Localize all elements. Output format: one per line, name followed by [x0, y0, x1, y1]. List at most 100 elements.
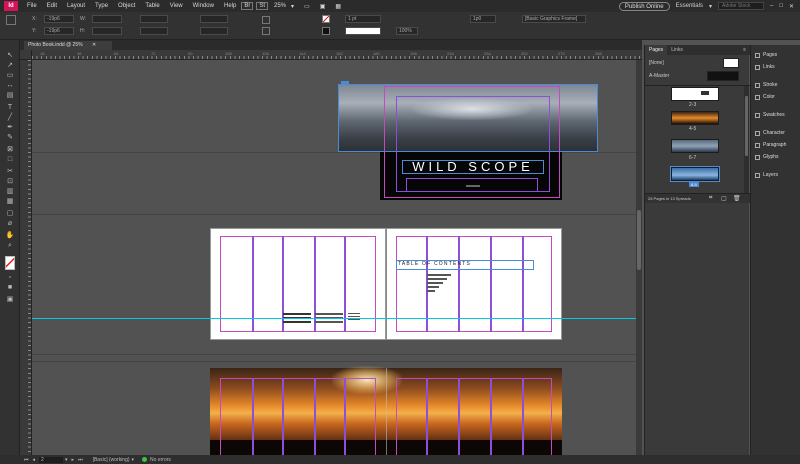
object-style-field[interactable]: [Basic Graphics Frame]: [522, 15, 586, 23]
guide-line[interactable]: [32, 318, 642, 319]
fitting-field[interactable]: 1p0: [470, 15, 496, 23]
next-page-icon[interactable]: ▸: [72, 457, 75, 463]
rotate-icon[interactable]: [262, 16, 270, 24]
menu-table[interactable]: Table: [140, 3, 164, 9]
opacity-field[interactable]: 100%: [396, 27, 418, 35]
gradient-feather-tool-icon[interactable]: ▦: [5, 198, 15, 206]
rectangle-tool-icon[interactable]: □: [5, 156, 15, 164]
new-page-icon[interactable]: ▢: [721, 195, 727, 202]
pasteboard[interactable]: WILD SCOPE TABLE OF CONTENTS: [32, 60, 642, 455]
cover-title[interactable]: WILD SCOPE: [402, 160, 544, 174]
direct-selection-tool-icon[interactable]: ↗: [5, 62, 15, 70]
stroke-type-field[interactable]: [345, 27, 381, 35]
text-block[interactable]: [348, 313, 360, 314]
document-tab[interactable]: Photo Book.indd @ 25% ✕: [24, 41, 112, 50]
preflight-status[interactable]: No errors: [150, 457, 171, 463]
line-tool-icon[interactable]: ╱: [5, 114, 15, 122]
a-master-thumb[interactable]: [707, 71, 739, 81]
none-master-label[interactable]: [None]: [649, 60, 664, 66]
stock-icon[interactable]: St: [256, 2, 268, 10]
menu-view[interactable]: View: [165, 3, 188, 9]
tab-links[interactable]: Links: [667, 45, 687, 55]
menu-window[interactable]: Window: [188, 3, 219, 9]
pencil-tool-icon[interactable]: ✎: [5, 134, 15, 142]
y-field[interactable]: -19p6: [44, 27, 74, 35]
view-options-icon[interactable]: ▭: [299, 3, 315, 10]
rectangle-frame-tool-icon[interactable]: ⊠: [5, 146, 15, 154]
dock-item-stroke[interactable]: Stroke: [755, 82, 777, 88]
stroke-weight-field[interactable]: 1 pt: [345, 15, 381, 23]
pen-tool-icon[interactable]: ✒: [5, 124, 15, 132]
menu-help[interactable]: Help: [219, 3, 241, 9]
publish-online-button[interactable]: Publish Online: [618, 1, 670, 11]
delete-page-icon[interactable]: 🗑: [733, 195, 741, 202]
dock-item-layers[interactable]: Layers: [755, 172, 778, 178]
type-tool-icon[interactable]: T: [5, 104, 15, 112]
close-icon[interactable]: ✕: [789, 3, 794, 10]
dock-item-pages[interactable]: Pages: [755, 52, 777, 58]
chevron-down-icon[interactable]: ▾: [132, 457, 135, 463]
scissors-tool-icon[interactable]: ✂: [5, 168, 15, 176]
vertical-scrollbar[interactable]: [636, 60, 642, 455]
text-block[interactable]: [315, 313, 343, 315]
bridge-icon[interactable]: Br: [241, 2, 254, 10]
text-block[interactable]: [283, 313, 311, 315]
first-page-icon[interactable]: ⏮: [24, 457, 29, 463]
close-icon[interactable]: ✕: [92, 42, 96, 48]
menu-edit[interactable]: Edit: [42, 3, 62, 9]
stroke-swatch-icon[interactable]: [322, 27, 330, 35]
fill-stroke-swatch-icon[interactable]: [5, 256, 15, 270]
chevron-down-icon[interactable]: ▾: [286, 3, 299, 10]
tab-pages[interactable]: Pages: [645, 45, 668, 55]
page-size-icon[interactable]: ⌗: [709, 195, 712, 202]
dock-item-swatches[interactable]: Swatches: [755, 112, 785, 118]
x-field[interactable]: -19p6: [44, 15, 74, 23]
horizontal-ruler[interactable]: 18 36 54 72 90 108 126 144 162 180 198 2…: [32, 50, 642, 60]
formatting-affects-container-icon[interactable]: ▫: [5, 274, 15, 282]
last-page-icon[interactable]: ⏭: [78, 457, 83, 463]
gradient-tool-icon[interactable]: ▥: [5, 188, 15, 196]
panel-scrollbar[interactable]: [744, 86, 749, 196]
screen-mode-icon[interactable]: ▣: [315, 3, 331, 10]
content-collector-icon[interactable]: ▤: [5, 92, 15, 100]
rotate-field[interactable]: [200, 15, 228, 23]
toc-heading[interactable]: TABLE OF CONTENTS: [398, 261, 471, 267]
reference-point-icon[interactable]: [6, 15, 16, 25]
fill-none-swatch-icon[interactable]: [322, 15, 330, 23]
workspace-switcher[interactable]: Essentials: [676, 3, 703, 9]
dock-item-color[interactable]: Color: [755, 94, 775, 100]
frame-label-icon[interactable]: [341, 81, 349, 85]
previous-page-icon[interactable]: ◂: [33, 457, 36, 463]
chevron-down-icon[interactable]: ▾: [65, 457, 68, 463]
none-master-thumb[interactable]: [723, 58, 739, 68]
eyedropper-tool-icon[interactable]: ⌀: [5, 220, 15, 228]
menu-layout[interactable]: Layout: [62, 3, 90, 9]
spread-thumb[interactable]: [671, 139, 719, 153]
menu-type[interactable]: Type: [90, 3, 113, 9]
apply-color-icon[interactable]: ■: [5, 284, 15, 292]
spread-thumb-cover[interactable]: [671, 87, 719, 101]
preflight-profile[interactable]: [Basic] (working): [93, 457, 130, 463]
gap-tool-icon[interactable]: ↔: [5, 82, 15, 90]
flip-icon[interactable]: [262, 27, 270, 35]
stock-search-input[interactable]: Adobe Stock: [718, 2, 764, 10]
a-master-label[interactable]: A-Master: [649, 73, 669, 79]
dock-item-character[interactable]: Character: [755, 130, 785, 136]
ruler-origin[interactable]: [20, 50, 32, 60]
maximize-icon[interactable]: □: [779, 3, 783, 9]
panel-menu-icon[interactable]: ≡: [739, 45, 750, 55]
scale-x-field[interactable]: [140, 15, 168, 23]
shear-field[interactable]: [200, 27, 228, 35]
arrange-documents-icon[interactable]: ▦: [330, 3, 346, 10]
scale-y-field[interactable]: [140, 27, 168, 35]
hand-tool-icon[interactable]: ✋: [5, 232, 15, 240]
spread-thumb[interactable]: [671, 111, 719, 125]
chevron-down-icon[interactable]: ▾: [709, 3, 712, 10]
zoom-tool-icon[interactable]: ⌕: [5, 242, 15, 250]
free-transform-tool-icon[interactable]: ⊡: [5, 178, 15, 186]
note-tool-icon[interactable]: ▢: [5, 210, 15, 218]
screen-mode-icon[interactable]: ▣: [5, 296, 15, 304]
menu-file[interactable]: File: [22, 3, 42, 9]
zoom-level[interactable]: 25%: [274, 3, 286, 9]
dock-item-paragraph[interactable]: Paragraph: [755, 142, 786, 148]
